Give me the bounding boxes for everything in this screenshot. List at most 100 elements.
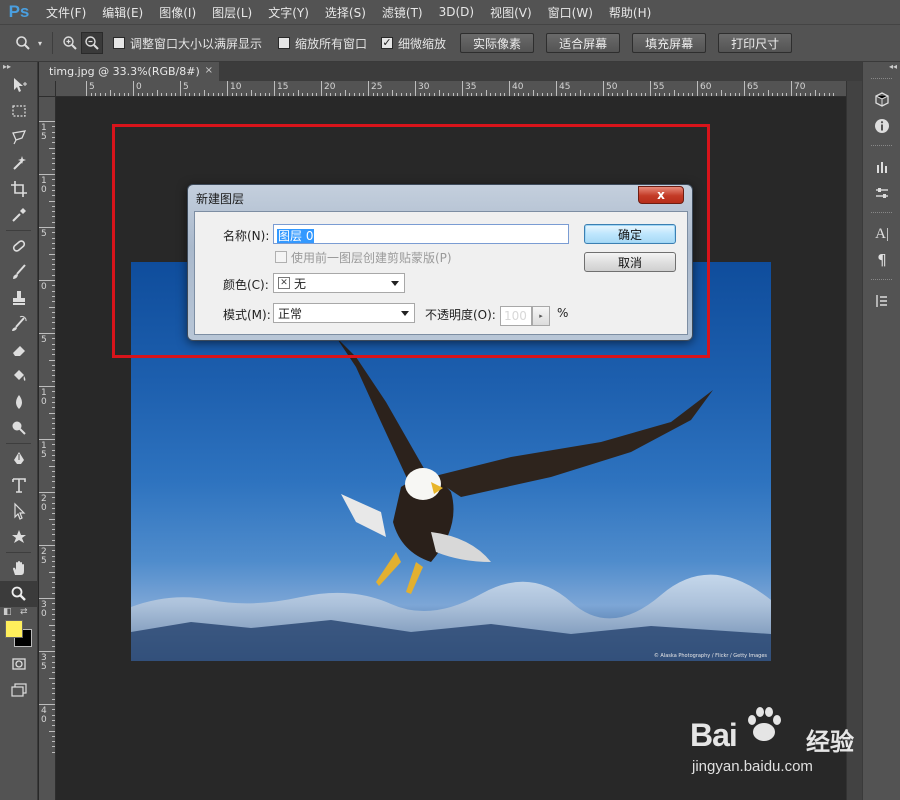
actual-pixels-button[interactable]: 实际像素 [460,33,535,53]
panel-dock: ◂◂ A| ¶ [862,62,900,800]
magic-wand-tool-icon[interactable] [0,150,38,176]
color-label: 颜色(C): [223,278,269,292]
vertical-scrollbar[interactable] [846,81,862,800]
zoom-tool-preset-icon[interactable] [12,32,34,54]
ruler-label: 0 [136,82,142,92]
screen-mode-icon[interactable] [0,677,38,703]
document-tab-bar: timg.jpg @ 33.3%(RGB/8#) × [39,62,862,81]
layer-name-input[interactable]: 图层 0 [273,224,569,244]
print-size-button[interactable]: 打印尺寸 [718,33,793,53]
history-panel-icon[interactable] [863,288,900,314]
hand-tool-icon[interactable] [0,555,38,581]
menu-select[interactable]: 选择(S) [317,4,374,21]
menu-image[interactable]: 图像(I) [151,4,204,21]
checkbox-box[interactable] [113,37,125,49]
cancel-button[interactable]: 取消 [584,252,676,272]
zoom-all-windows-checkbox[interactable]: 缩放所有窗口 [278,35,367,52]
ok-button[interactable]: 确定 [584,224,676,244]
character-panel-icon[interactable]: A| [863,221,900,247]
mode-label: 模式(M): [223,308,271,322]
path-selection-tool-icon[interactable] [0,498,38,524]
zoom-out-icon[interactable] [81,32,103,54]
ruler-minor-tick [532,90,534,96]
ruler-label: 5 [89,82,95,92]
ruler-tick [180,81,181,96]
info-panel-icon[interactable] [863,113,900,139]
menu-layer[interactable]: 图层(L) [204,4,260,21]
paragraph-panel-icon[interactable]: ¶ [863,247,900,273]
collapse-arrows-icon[interactable]: ◂◂ [863,62,900,72]
menu-edit[interactable]: 编辑(E) [94,4,151,21]
opacity-input[interactable]: 100 [500,306,532,326]
panel-grip[interactable] [871,145,892,148]
checkbox-box[interactable] [278,37,291,49]
ruler-label: 60 [700,82,712,92]
menu-view[interactable]: 视图(V) [482,4,540,21]
ruler-minor-tick [109,90,111,96]
3d-panel-icon[interactable] [863,87,900,113]
ruler-label: 1 5 [41,123,47,142]
quick-mask-icon[interactable] [0,651,38,677]
dodge-tool-icon[interactable] [0,415,38,441]
menu-3d[interactable]: 3D(D) [431,5,482,19]
eyedropper-tool-icon[interactable] [0,202,38,228]
document-tab[interactable]: timg.jpg @ 33.3%(RGB/8#) × [39,62,219,81]
marquee-tool-icon[interactable] [0,98,38,124]
move-tool-icon[interactable] [0,72,38,98]
menu-help[interactable]: 帮助(H) [601,4,659,21]
zoom-tool-icon[interactable] [0,581,38,607]
menu-filter[interactable]: 滤镜(T) [374,4,431,21]
color-select[interactable]: ✕ 无 [273,273,405,293]
ruler-minor-tick [438,90,440,96]
type-tool-icon[interactable] [0,472,38,498]
mode-select[interactable]: 正常 [273,303,415,323]
vertical-ruler[interactable]: 1 5 1 0 5 0 5 1 0 1 5 2 0 2 5 3 0 3 5 4 0 [39,97,56,800]
zoom-in-icon[interactable] [59,32,81,54]
eraser-tool-icon[interactable] [0,337,38,363]
preset-dropdown-icon[interactable]: ▾ [34,32,46,54]
ruler-minor-tick [391,90,393,96]
swap-colors-icon[interactable]: ⇄ [20,607,28,617]
panel-grip[interactable] [871,279,892,282]
watermark-brand-suffix: 经验 [806,728,854,756]
clone-stamp-tool-icon[interactable] [0,285,38,311]
menu-type[interactable]: 文字(Y) [260,4,317,21]
history-brush-tool-icon[interactable] [0,311,38,337]
clipping-mask-checkbox[interactable] [275,251,287,263]
ruler-tick [274,81,275,96]
checkmark-icon[interactable]: ✓ [381,37,394,49]
close-icon[interactable]: × [205,65,213,76]
horizontal-ruler[interactable]: 5 0 5 10 15 20 25 30 35 40 45 50 55 60 65 70 [56,81,846,97]
foreground-color-swatch[interactable] [5,620,23,638]
panel-grip[interactable] [871,212,892,215]
crop-tool-icon[interactable] [0,176,38,202]
menu-file[interactable]: 文件(F) [38,4,94,21]
ruler-label: 40 [512,82,524,92]
custom-shape-tool-icon[interactable] [0,524,38,550]
scrubby-zoom-checkbox[interactable]: ✓ 细微缩放 [381,35,446,52]
healing-brush-tool-icon[interactable] [0,233,38,259]
resize-windows-checkbox[interactable]: 调整窗口大小以满屏显示 [113,35,262,52]
ruler-minor-tick [720,90,722,96]
panel-grip[interactable] [871,78,892,81]
ruler-minor-tick [49,518,55,520]
adjustments-icon[interactable] [863,180,900,206]
ruler-tick [415,81,416,96]
pen-tool-icon[interactable] [0,446,38,472]
ruler-label: 15 [277,82,289,92]
fit-screen-button[interactable]: 适合屏幕 [546,33,621,53]
menu-window[interactable]: 窗口(W) [540,4,601,21]
paint-bucket-tool-icon[interactable] [0,363,38,389]
collapse-arrows-icon[interactable]: ▸▸ [0,62,37,72]
blur-tool-icon[interactable] [0,389,38,415]
brush-tool-icon[interactable] [0,259,38,285]
lasso-tool-icon[interactable] [0,124,38,150]
opacity-slider-toggle-icon[interactable]: ▸ [532,306,550,326]
close-icon[interactable]: x [638,186,684,204]
new-layer-dialog: 新建图层 x 名称(N): 图层 0 使用前一图层创建剪贴蒙版(P) 颜色(C)… [187,184,693,341]
brush-presets-icon[interactable] [863,154,900,180]
fill-screen-button[interactable]: 填充屏幕 [632,33,707,53]
ruler-origin[interactable] [39,81,56,97]
default-colors-icon[interactable]: ◧ [3,607,12,617]
divider [6,443,31,444]
